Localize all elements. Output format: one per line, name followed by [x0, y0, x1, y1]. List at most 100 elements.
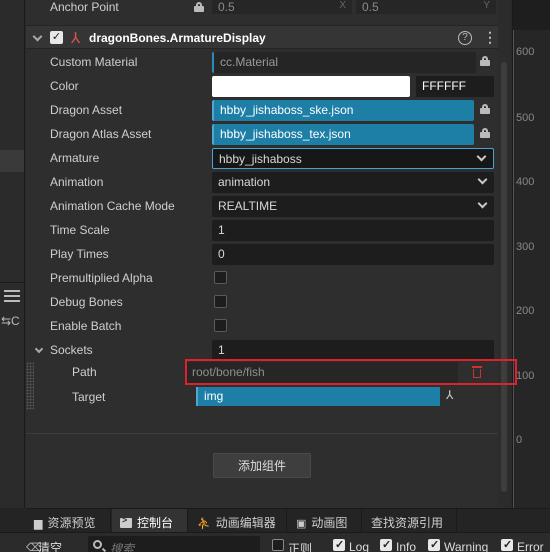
help-icon[interactable]: ?: [458, 31, 472, 45]
play-times-row: Play Times 0: [26, 242, 496, 266]
sockets-count-input[interactable]: 1: [212, 340, 494, 361]
error-label: Error: [517, 540, 544, 552]
dragon-atlas-asset-field[interactable]: hbby_jishaboss_tex.json: [212, 124, 474, 145]
node-picker-icon[interactable]: ⅄: [446, 388, 453, 402]
animation-cache-mode-select[interactable]: REALTIME: [212, 196, 494, 217]
highlight-box: [185, 359, 517, 385]
collapse-caret-icon[interactable]: [32, 31, 43, 42]
animation-select[interactable]: animation: [212, 172, 494, 193]
component-enable-checkbox[interactable]: ✓: [50, 31, 63, 44]
socket-target-row: Target img ⅄: [26, 385, 496, 409]
enable-batch-label: Enable Batch: [50, 319, 122, 333]
regex-label: 正则: [288, 542, 313, 552]
ruler-label: 300: [516, 241, 535, 253]
component-header[interactable]: ✓ ⅄ dragonBones.ArmatureDisplay ? ⋮: [26, 25, 498, 49]
armature-select[interactable]: hbby_jishaboss: [212, 148, 494, 169]
tabbar-left-gutter: [0, 508, 26, 532]
add-component-button[interactable]: 添加组件: [213, 453, 311, 478]
premultiplied-alpha-checkbox[interactable]: [214, 271, 227, 284]
chevron-down-icon: [476, 151, 487, 162]
search-icon: [93, 540, 102, 549]
dragon-asset-row: Dragon Asset hbby_jishaboss_ske.json: [26, 98, 496, 122]
warning-label: Warning: [444, 540, 489, 552]
play-times-input[interactable]: 0: [212, 244, 494, 265]
sockets-label: Sockets: [50, 343, 93, 357]
animation-cache-mode-label: Animation Cache Mode: [50, 199, 175, 213]
chevron-down-icon: [477, 198, 488, 209]
log-checkbox[interactable]: [333, 538, 345, 551]
socket-path-label: Path: [72, 365, 97, 379]
dragon-asset-field[interactable]: hbby_jishaboss_ske.json: [212, 100, 474, 121]
custom-material-row: Custom Material cc.Material: [26, 50, 496, 74]
anchor-y-input[interactable]: 0.5 Y: [356, 0, 496, 14]
armature-label: Armature: [50, 151, 100, 165]
tab-console[interactable]: 控制台: [112, 509, 188, 533]
time-scale-row: Time Scale 1: [26, 218, 496, 242]
regex-checkbox[interactable]: [272, 539, 284, 551]
axis-x-label: X: [339, 0, 346, 11]
color-hex-input[interactable]: FFFFFF: [416, 76, 494, 97]
runner-icon: ⛹: [197, 518, 211, 530]
debug-bones-checkbox[interactable]: [214, 295, 227, 308]
animation-label: Animation: [50, 175, 104, 189]
section-divider: [26, 433, 498, 434]
play-times-label: Play Times: [50, 247, 109, 261]
log-label: Log: [349, 540, 370, 552]
enable-batch-checkbox[interactable]: [214, 319, 227, 332]
bottom-tab-bar: ▆资源预览 控制台 ⛹动画编辑器 ▣动画图 查找资源引用: [26, 508, 550, 533]
dragon-atlas-asset-row: Dragon Atlas Asset hbby_jishaboss_tex.js…: [26, 122, 496, 146]
sockets-collapse-icon[interactable]: [34, 344, 44, 354]
warning-checkbox[interactable]: [428, 538, 440, 551]
anchor-point-row: Anchor Point 0.5 X 0.5 Y: [26, 0, 496, 16]
console-search-input[interactable]: 搜索: [88, 536, 260, 552]
tab-animation-editor[interactable]: ⛹ 动画编辑器: [189, 509, 287, 533]
premultiplied-alpha-row: Premultiplied Alpha: [26, 266, 496, 290]
component-title: dragonBones.ArmatureDisplay: [89, 31, 266, 45]
folder-icon: ▆: [34, 518, 43, 530]
clear-button[interactable]: 清空: [38, 539, 62, 552]
ruler-label: 200: [516, 305, 535, 317]
refresh-icon[interactable]: ⇆C: [1, 314, 20, 328]
dragonbones-component-icon: ⅄: [71, 30, 81, 47]
info-checkbox[interactable]: [380, 538, 392, 551]
ruler-label: 600: [516, 46, 535, 58]
terminal-icon: [120, 515, 132, 528]
error-checkbox[interactable]: [501, 538, 513, 551]
console-toolbar: ⌫ 清空 搜索 正则 Log Info Warning Error: [0, 532, 550, 552]
left-panel-divider: [0, 282, 24, 283]
premultiplied-alpha-label: Premultiplied Alpha: [50, 271, 153, 285]
graph-icon: ▣: [296, 518, 307, 530]
left-panel-selection[interactable]: [0, 150, 24, 172]
lock-icon[interactable]: [480, 128, 490, 138]
chevron-down-icon: [477, 174, 488, 185]
custom-material-field[interactable]: cc.Material: [212, 52, 476, 73]
left-panel-strip: ⇆C: [0, 0, 25, 508]
anchor-x-input[interactable]: 0.5 X: [212, 0, 352, 14]
debug-bones-row: Debug Bones: [26, 290, 496, 314]
tab-asset-preview[interactable]: ▆ 资源预览: [26, 509, 111, 533]
lock-icon[interactable]: [480, 56, 490, 66]
ruler-label: 0: [516, 434, 523, 446]
color-row: Color FFFFFF: [26, 74, 496, 98]
tab-animation-graph[interactable]: ▣ 动画图: [288, 509, 362, 533]
enable-batch-row: Enable Batch: [26, 314, 496, 338]
socket-target-label: Target: [72, 390, 106, 404]
lock-icon[interactable]: [194, 2, 204, 12]
tab-find-references[interactable]: 查找资源引用: [363, 509, 457, 533]
time-scale-label: Time Scale: [50, 223, 110, 237]
inspector-scroll-thumb[interactable]: [501, 62, 507, 492]
more-menu-icon[interactable]: ⋮: [483, 29, 497, 46]
scene-axis-line: [513, 30, 514, 508]
socket-target-field[interactable]: img: [196, 387, 440, 406]
color-swatch[interactable]: [212, 76, 410, 97]
menu-icon[interactable]: [4, 290, 20, 302]
animation-cache-mode-row: Animation Cache Mode REALTIME: [26, 194, 496, 218]
anchor-point-label: Anchor Point: [50, 0, 119, 14]
animation-row: Animation animation: [26, 170, 496, 194]
debug-bones-label: Debug Bones: [50, 295, 123, 309]
ruler-label: 100: [516, 370, 535, 382]
color-label: Color: [50, 79, 79, 93]
time-scale-input[interactable]: 1: [212, 220, 494, 241]
custom-material-label: Custom Material: [50, 55, 138, 69]
lock-icon[interactable]: [480, 104, 490, 114]
